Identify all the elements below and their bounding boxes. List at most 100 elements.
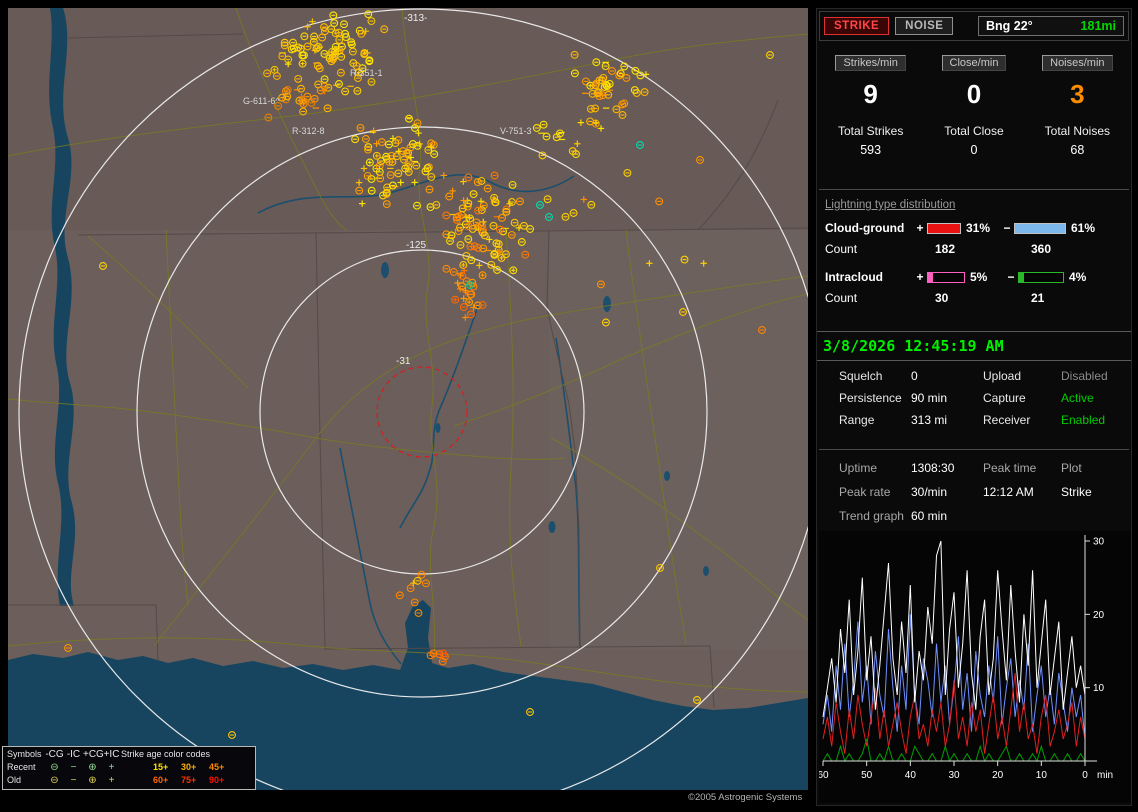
- recent-neg-ic-icon: −: [70, 762, 77, 773]
- legend-old-label: Old: [7, 775, 22, 785]
- recent-neg-cg-icon: ⊖: [50, 762, 59, 773]
- legend-recent-label: Recent: [7, 762, 36, 772]
- info-grid: Uptime 1308:30 Peak time Plot Peak rate …: [839, 461, 1131, 523]
- svg-text:30: 30: [1093, 537, 1105, 548]
- trend-graph-value: 60 min: [911, 509, 948, 523]
- intracloud-count-row: Count 30 21: [825, 291, 1127, 305]
- cloud-ground-row: Cloud-ground + 31% − 61%: [825, 221, 1127, 235]
- minus-sign: −: [1007, 270, 1015, 284]
- total-close-value: 0: [970, 143, 978, 157]
- strikes-per-min-header: Strikes/min: [835, 55, 906, 71]
- lightning-distribution: Lightning type distribution Cloud-ground…: [825, 199, 1127, 305]
- persistence-label: Persistence: [839, 391, 902, 405]
- svg-text:-313-: -313-: [404, 13, 427, 24]
- svg-text:20: 20: [992, 770, 1004, 781]
- age-15: 15+: [153, 762, 169, 772]
- recent-pos-ic-icon: +: [108, 762, 115, 773]
- close-per-min-column: Close/min 0 Total Close 0: [922, 55, 1025, 157]
- plus-sign: +: [916, 270, 924, 284]
- age-45: 45+: [209, 762, 225, 772]
- intracloud-label: Intracloud: [825, 270, 884, 284]
- noises-per-min-value: 3: [1070, 79, 1085, 109]
- map-area[interactable]: -313- -125 -31 G-611-6^ R-351-1 R-312-8 V-751-…: [8, 8, 808, 790]
- svg-text:10: 10: [1036, 770, 1048, 781]
- strike-toggle-button[interactable]: STRIKE: [824, 17, 890, 35]
- cg-minus-gauge: [1014, 222, 1066, 234]
- svg-text:R-312-8: R-312-8: [292, 126, 325, 136]
- svg-text:V-751-3: V-751-3: [500, 126, 532, 136]
- plus-sign: +: [916, 221, 924, 235]
- svg-text:40: 40: [905, 770, 917, 781]
- close-per-min-value: 0: [966, 79, 982, 109]
- panel-top-bar: STRIKE NOISE Bng 22° 181mi: [819, 11, 1129, 41]
- svg-text:30: 30: [948, 770, 960, 781]
- cg-minus-percent: 61%: [1071, 221, 1096, 235]
- divider: [819, 449, 1129, 450]
- map-region-shade-east: [549, 230, 808, 650]
- ic-minus-count: 21: [1031, 291, 1045, 305]
- total-noises-value: 68: [1070, 143, 1085, 157]
- age-90: 90+: [209, 775, 225, 785]
- recent-pos-cg-icon: ⊕: [88, 762, 97, 773]
- persistence-value: 90 min: [911, 391, 948, 405]
- cloud-ground-label: Cloud-ground: [825, 221, 905, 235]
- ic-plus-count: 30: [935, 291, 949, 305]
- map-legend: Symbols -CG -IC +CG +IC Strike age color…: [2, 746, 256, 790]
- ic-count-label: Count: [825, 291, 858, 305]
- old-neg-cg-icon: ⊖: [50, 775, 59, 786]
- cg-count-label: Count: [825, 242, 858, 256]
- rate-counters: Strikes/min 9 Total Strikes 593 Close/mi…: [819, 55, 1129, 157]
- upload-status: Disabled: [1061, 369, 1108, 383]
- cg-minus-count: 360: [1031, 242, 1052, 256]
- peak-rate-label: Peak rate: [839, 485, 891, 499]
- distribution-title: Lightning type distribution: [825, 199, 956, 211]
- peak-time-value: 12:12 AM: [983, 485, 1034, 499]
- distance-value: 181mi: [1080, 19, 1116, 33]
- capture-status: Active: [1061, 391, 1094, 405]
- trend-graph-plot: 10 20 30 60 50 40 30 20 10 0 min: [817, 535, 1113, 781]
- lightning-map[interactable]: -313- -125 -31 G-611-6^ R-351-1 R-312-8 V-751-…: [8, 8, 808, 790]
- ic-plus-gauge: [927, 271, 965, 283]
- total-noises-label: Total Noises: [1044, 124, 1111, 138]
- svg-text:R-351-1: R-351-1: [350, 68, 383, 78]
- copyright-text: ©2005 Astrogenic Systems: [688, 792, 803, 803]
- divider: [819, 189, 1129, 190]
- legend-symbols-title: Symbols: [7, 749, 42, 759]
- capture-label: Capture: [983, 391, 1026, 405]
- bearing-distance-box: Bng 22° 181mi: [978, 16, 1124, 36]
- old-pos-ic-icon: +: [108, 775, 115, 786]
- legend-col-pos-ic: +IC: [103, 749, 120, 760]
- total-strikes-label: Total Strikes: [837, 124, 904, 138]
- total-close-label: Total Close: [944, 124, 1004, 138]
- trend-graph: 10 20 30 60 50 40 30 20 10 0 min: [817, 531, 1131, 803]
- cloud-ground-count-row: Count 182 360: [825, 242, 1127, 256]
- svg-text:min: min: [1097, 770, 1113, 781]
- receiver-status: Enabled: [1061, 413, 1106, 427]
- bearing-value: Bng 22°: [986, 19, 1033, 33]
- upload-label: Upload: [983, 369, 1022, 383]
- intracloud-row: Intracloud + 5% − 4%: [825, 270, 1127, 284]
- range-label: Range: [839, 413, 875, 427]
- legend-col-neg-cg: -CG: [45, 749, 64, 760]
- squelch-value: 0: [911, 369, 918, 383]
- svg-text:20: 20: [1093, 610, 1105, 621]
- old-pos-cg-icon: ⊕: [88, 775, 97, 786]
- settings-grid: Squelch 0 Upload Disabled Persistence 90…: [839, 369, 1131, 427]
- peak-time-label: Peak time: [983, 461, 1037, 475]
- strikes-per-min-column: Strikes/min 9 Total Strikes 593: [819, 55, 922, 157]
- svg-text:-125: -125: [406, 240, 426, 251]
- old-neg-ic-icon: −: [70, 775, 77, 786]
- noises-per-min-header: Noises/min: [1042, 55, 1113, 71]
- ic-minus-gauge: [1018, 271, 1064, 283]
- minus-sign: −: [1003, 221, 1011, 235]
- ic-minus-percent: 4%: [1069, 270, 1087, 284]
- svg-text:G-611-6^: G-611-6^: [243, 96, 280, 106]
- noise-toggle-button[interactable]: NOISE: [895, 17, 954, 35]
- noises-per-min-column: Noises/min 3 Total Noises 68: [1026, 55, 1129, 157]
- ic-plus-percent: 5%: [970, 270, 988, 284]
- age-60: 60+: [153, 775, 169, 785]
- uptime-label: Uptime: [839, 461, 878, 475]
- legend-col-pos-cg: +CG: [83, 749, 104, 760]
- legend-col-neg-ic: -IC: [66, 749, 81, 760]
- strikes-per-min-value: 9: [863, 79, 878, 109]
